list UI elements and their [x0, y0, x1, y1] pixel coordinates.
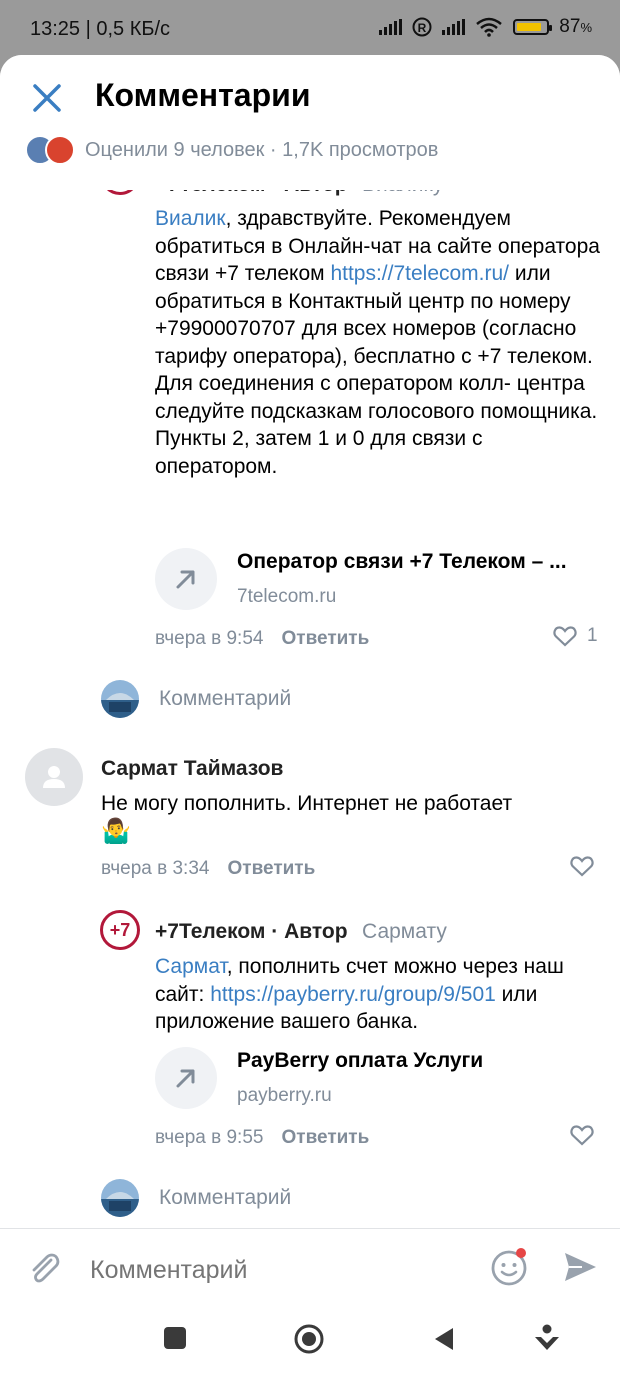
snippet-domain: 7telecom.ru: [237, 586, 337, 607]
snippet-title: Оператор связи +7 Телеком – ...: [237, 550, 567, 573]
registered-icon: R: [412, 17, 432, 37]
sheet-header: Комментарии Оценили 9 человек · 1,7K про…: [0, 55, 620, 190]
comment-time: вчера в 3:34: [101, 858, 210, 879]
status-icons: R 87%: [379, 16, 592, 38]
arrow-up-right-icon: [155, 1047, 217, 1109]
back-button[interactable]: [431, 1325, 457, 1353]
heart-icon: [553, 626, 577, 647]
user-avatar: [101, 1179, 139, 1217]
likers-row[interactable]: Оценили 9 человек · 1,7K просмотров: [25, 135, 438, 165]
comment-text: Сармат, пополнить счет можно через наш с…: [155, 955, 564, 1033]
comment-text: Виалик, здравствуйте. Рекомендуем обрати…: [155, 207, 600, 478]
reply-button[interactable]: Ответить: [227, 858, 315, 880]
assistant-button[interactable]: [533, 1323, 561, 1353]
url-link[interactable]: https://7telecom.ru/: [330, 262, 509, 285]
recent-apps-button[interactable]: [164, 1327, 186, 1349]
battery-icon: [513, 19, 553, 35]
snippet-domain: payberry.ru: [237, 1085, 332, 1106]
status-time-speed: 13:25 | 0,5 КБ/с: [30, 18, 171, 40]
svg-text:R: R: [418, 21, 427, 35]
user-avatar: [101, 680, 139, 718]
snippet-title: PayBerry оплата Услуги: [237, 1049, 484, 1072]
heart-icon: [570, 856, 594, 877]
comment-meta: вчера в 9:55 Ответить: [155, 1127, 369, 1149]
comment-time: вчера в 9:54: [155, 628, 264, 649]
battery-percent: 87%: [559, 16, 592, 37]
comment-author[interactable]: Сармат Таймазов: [101, 757, 283, 781]
like-count: 1: [587, 625, 598, 646]
write-comment-row[interactable]: Комментарий: [101, 1179, 291, 1217]
system-nav-bar: [0, 1308, 620, 1377]
write-comment-label: Комментарий: [159, 687, 292, 710]
comment-author[interactable]: +7Телеком · Автор: [155, 920, 348, 943]
wifi-icon: [476, 17, 503, 37]
close-button[interactable]: [30, 81, 64, 115]
like-button[interactable]: [570, 1124, 594, 1146]
home-button[interactable]: [293, 1323, 325, 1355]
link-snippet[interactable]: Оператор связи +7 Телеком – ... 7telecom…: [155, 548, 567, 610]
arrow-up-right-icon: [155, 548, 217, 610]
cell-signal-icon: [379, 19, 403, 35]
comment-input[interactable]: [88, 1249, 462, 1291]
comments-sheet: +7 +7Телеком · Автор Виалику Виалик, здр…: [0, 55, 620, 1377]
page-title: Комментарии: [95, 77, 311, 113]
likers-text: Оценили 9 человек · 1,7K просмотров: [85, 138, 439, 161]
author-avatar-7telecom[interactable]: +7: [100, 910, 140, 950]
like-button[interactable]: 1: [553, 625, 598, 647]
comment-meta: вчера в 3:34 Ответить: [101, 858, 315, 880]
mention-link[interactable]: Сармат: [155, 955, 227, 978]
status-bar: 13:25 | 0,5 КБ/с R 87%: [0, 0, 620, 60]
reply-button[interactable]: Ответить: [281, 1127, 369, 1149]
write-comment-label: Комментарий: [159, 1186, 292, 1209]
close-icon: [33, 84, 61, 112]
comment-text: Не могу пополнить. Интернет не работает 🤷…: [101, 792, 513, 845]
cell-signal-2-icon: [442, 19, 466, 35]
user-silhouette-icon: [43, 766, 65, 788]
liker-avatar: [45, 135, 75, 165]
paperclip-icon[interactable]: [27, 1250, 63, 1288]
like-button[interactable]: [570, 855, 594, 877]
link-snippet[interactable]: PayBerry оплата Услуги payberry.ru: [155, 1047, 483, 1109]
comment-meta: вчера в 9:54 Ответить: [155, 628, 369, 650]
heart-icon: [570, 1125, 594, 1146]
reply-to: Сармату: [362, 920, 447, 943]
reply-button[interactable]: Ответить: [281, 628, 369, 650]
comment-time: вчера в 9:55: [155, 1127, 264, 1148]
emoji-icon[interactable]: [489, 1246, 531, 1288]
mention-link[interactable]: Виалик: [155, 207, 226, 230]
comment-input-bar: [0, 1228, 620, 1309]
url-link[interactable]: https://payberry.ru/group/9/501: [210, 983, 496, 1006]
send-icon[interactable]: [562, 1249, 598, 1285]
write-comment-row[interactable]: Комментарий: [101, 680, 291, 718]
shrug-emoji: 🤷‍♂️: [101, 817, 131, 845]
default-avatar[interactable]: [25, 748, 83, 806]
